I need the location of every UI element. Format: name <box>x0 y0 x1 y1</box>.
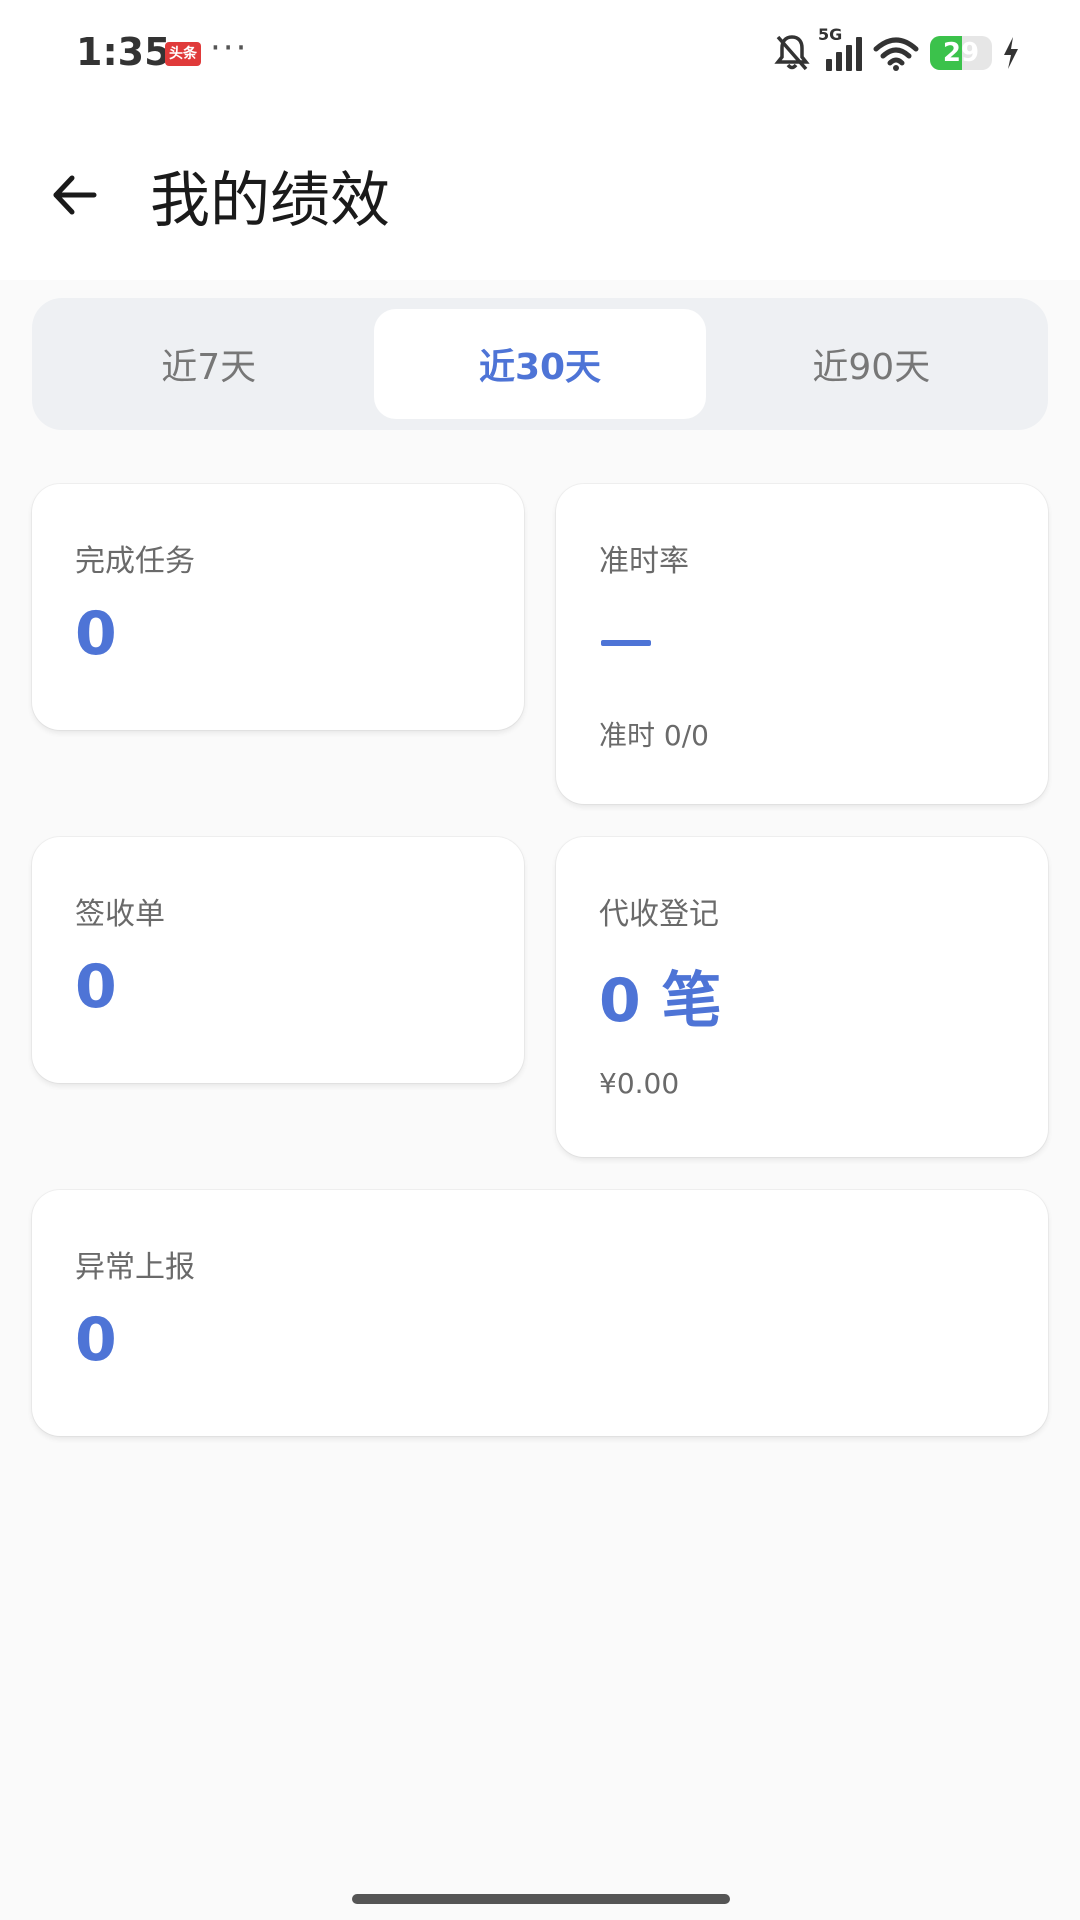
collection-amount: ¥0.00 <box>599 1067 680 1100</box>
signed-receipts-value: 0 <box>75 952 117 1022</box>
ontime-rate-label: 准时率 <box>599 544 689 579</box>
signed-receipts-card: 签收单 0 <box>32 837 524 1083</box>
collection-record-label: 代收登记 <box>599 897 719 932</box>
exception-report-value: 0 <box>75 1305 117 1375</box>
tab-30-days[interactable]: 近30天 <box>374 309 706 419</box>
tab-90-days[interactable]: 近90天 <box>706 309 1037 419</box>
wifi-icon <box>872 33 920 73</box>
page-title: 我的绩效 <box>150 166 390 236</box>
signed-receipts-label: 签收单 <box>75 897 165 932</box>
arrow-left-icon <box>53 175 97 215</box>
status-icons: 5G 29 <box>774 25 1020 78</box>
status-bar: 1:35 头条 ··· 5G 29 <box>0 0 1080 110</box>
collection-record-card: 代收登记 0 笔 ¥0.00 <box>556 837 1048 1157</box>
ontime-count: 准时 0/0 <box>599 719 709 752</box>
completed-tasks-label: 完成任务 <box>75 544 195 579</box>
completed-tasks-card: 完成任务 0 <box>32 484 524 730</box>
mute-bell-icon <box>774 33 810 73</box>
completed-tasks-value: 0 <box>75 599 117 669</box>
toutiao-app-icon: 头条 <box>165 42 201 66</box>
back-button[interactable] <box>44 165 104 225</box>
app-header: 我的绩效 <box>0 110 1080 280</box>
period-segmented-control: 近7天 近30天 近90天 <box>32 298 1048 430</box>
cellular-signal-icon: 5G <box>818 25 862 73</box>
exception-report-card: 异常上报 0 <box>32 1190 1048 1436</box>
network-label: 5G <box>818 25 843 44</box>
battery-percentage: 29 <box>942 38 980 68</box>
home-indicator[interactable] <box>352 1894 730 1904</box>
collection-record-value: 0 笔 <box>599 966 722 1036</box>
more-notifications-icon: ··· <box>210 28 249 68</box>
exception-report-label: 异常上报 <box>75 1250 195 1285</box>
ontime-rate-card: 准时率 准时 0/0 <box>556 484 1048 804</box>
battery-icon: 29 <box>930 36 992 70</box>
tab-7-days[interactable]: 近7天 <box>43 309 374 419</box>
status-time: 1:35 <box>76 30 171 74</box>
charging-icon <box>1002 36 1020 70</box>
ontime-rate-value <box>601 640 651 646</box>
